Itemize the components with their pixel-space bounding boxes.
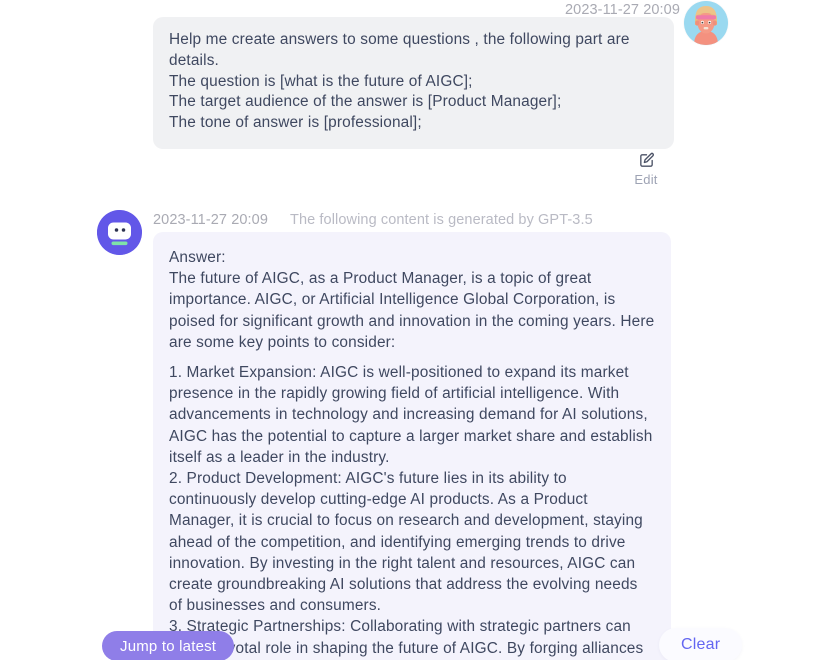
user-message-line: Help me create answers to some questions… xyxy=(169,31,635,69)
user-message-line: The target audience of the answer is [Pr… xyxy=(169,93,562,111)
generated-by-note: The following content is generated by GP… xyxy=(290,212,593,228)
edit-button[interactable]: Edit xyxy=(628,150,664,187)
user-portrait-avatar-icon xyxy=(684,1,728,45)
user-message-line: The question is [what is the future of A… xyxy=(169,72,473,90)
edit-button-label: Edit xyxy=(634,172,658,187)
assistant-message-meta: 2023-11-27 20:09 The following content i… xyxy=(153,210,593,230)
jump-to-latest-button[interactable]: Jump to latest xyxy=(102,631,235,660)
assistant-paragraph: 1. Market Expansion: AIGC is well-positi… xyxy=(169,364,653,657)
robot-avatar-icon xyxy=(97,210,142,255)
avatar[interactable] xyxy=(684,1,728,45)
pencil-square-icon xyxy=(636,150,656,170)
chat-window: 2023-11-27 20:09 Help me create answers … xyxy=(0,0,829,660)
user-message-line: The tone of answer is [professional]; xyxy=(169,114,422,132)
avatar[interactable] xyxy=(97,210,142,255)
assistant-message-timestamp: 2023-11-27 20:09 xyxy=(153,212,269,228)
clear-button[interactable]: Clear xyxy=(659,628,743,660)
assistant-paragraph: Answer: The future of AIGC, as a Product… xyxy=(169,249,655,351)
chat-scroll-area[interactable]: 2023-11-27 20:09 Help me create answers … xyxy=(0,0,829,660)
assistant-message-bubble: Answer: The future of AIGC, as a Product… xyxy=(153,232,671,660)
user-message-bubble: Help me create answers to some questions… xyxy=(153,17,674,149)
